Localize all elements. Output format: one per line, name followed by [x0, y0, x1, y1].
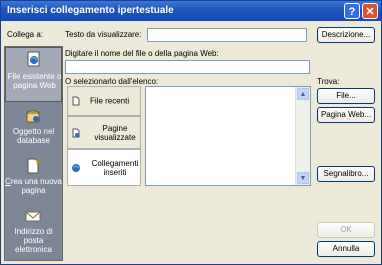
tab-label: Collegamenti inseriti	[91, 158, 139, 177]
insert-hyperlink-dialog: Inserisci collegamento ipertestuale ? ✕ …	[0, 0, 382, 265]
database-object-icon	[26, 110, 40, 123]
title-bar[interactable]: Inserisci collegamento ipertestuale ? ✕	[1, 1, 381, 21]
tab-label: Pagine visualizzate	[94, 123, 136, 142]
text-to-display-label: Testo da visualizzare:	[65, 30, 142, 39]
help-button[interactable]: ?	[344, 3, 360, 19]
link-to-sidebar: File esistente o pagina Web Oggetto nel …	[4, 46, 63, 261]
inserted-links-icon	[72, 163, 80, 172]
tab-label: File recenti	[90, 96, 130, 106]
address-label: Digitare il nome del file o della pagina…	[65, 49, 219, 58]
scroll-up-icon[interactable]: ▲	[297, 88, 309, 100]
bookmark-button[interactable]: Segnalibro...	[317, 166, 375, 182]
ok-button[interactable]: OK	[317, 222, 375, 238]
sidebar-item-label: Crea una nuova pagina	[5, 177, 62, 195]
email-icon	[25, 211, 41, 222]
sidebar-item-existing-file[interactable]: File esistente o pagina Web	[5, 47, 62, 102]
dialog-title: Inserisci collegamento ipertestuale	[7, 5, 174, 16]
recent-files-icon	[72, 96, 80, 106]
browse-file-button[interactable]: File...	[317, 88, 375, 104]
find-label: Trova:	[317, 77, 340, 86]
cancel-button[interactable]: Annulla	[317, 241, 375, 257]
tab-recent-files[interactable]: File recenti	[67, 86, 141, 116]
sidebar-item-database-object[interactable]: Oggetto nel database	[5, 105, 62, 153]
list-scrollbar[interactable]: ▲ ▼	[295, 87, 310, 185]
browsed-pages-icon	[72, 128, 80, 137]
web-page-icon	[27, 51, 40, 67]
sidebar-item-label: Indirizzo di posta elettronica	[14, 227, 53, 254]
sidebar-item-email[interactable]: Indirizzo di posta elettronica	[5, 205, 62, 260]
browse-tabs: File recenti Pagine visualizzate Collega…	[67, 86, 141, 186]
file-list[interactable]: ▲ ▼	[145, 86, 311, 186]
close-button[interactable]: ✕	[362, 3, 378, 19]
text-to-display-input[interactable]	[147, 28, 307, 42]
browse-web-page-button[interactable]: Pagina Web...	[317, 107, 375, 123]
screen-tip-button[interactable]: Descrizione...	[317, 27, 375, 43]
sidebar-item-label: Oggetto nel database	[12, 127, 55, 145]
select-from-list-label: O selezionarlo dall'elenco:	[65, 77, 159, 86]
sidebar-item-label: File esistente o pagina Web	[7, 72, 62, 90]
tab-browsed-pages[interactable]: Pagine visualizzate	[67, 116, 141, 149]
new-page-icon	[27, 158, 41, 174]
address-input[interactable]	[65, 60, 310, 74]
scroll-down-icon[interactable]: ▼	[297, 172, 309, 184]
sidebar-item-new-page[interactable]: Crea una nuova pagina	[5, 155, 62, 203]
tab-inserted-links[interactable]: Collegamenti inseriti	[67, 149, 141, 186]
link-to-label: Collega a:	[7, 30, 44, 39]
